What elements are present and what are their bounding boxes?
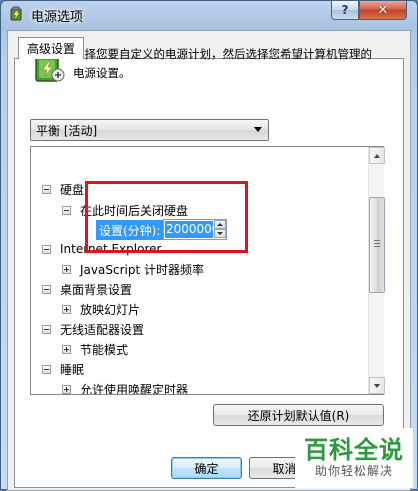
tree-item-label: 节能模式 xyxy=(80,342,129,357)
collapse-icon[interactable] xyxy=(42,364,51,374)
tree-item-label: Internet Explorer xyxy=(60,242,162,256)
power-options-window: 电源选项 ? ✕ 高级设置 选择您要自定义的电源计划，然后选择您希望计算机管理的… xyxy=(0,0,418,491)
expand-icon[interactable] xyxy=(62,384,71,394)
tree-item-label: JavaScript 计时器频率 xyxy=(80,262,204,277)
tree-item-wake-timers[interactable]: 允许使用唤醒定时器 xyxy=(62,379,189,395)
tree-item-label: 允许使用唤醒定时器 xyxy=(80,382,189,395)
expand-icon[interactable] xyxy=(62,344,71,354)
title-bar[interactable]: 电源选项 ? ✕ xyxy=(1,1,417,29)
description-text: 选择您要自定义的电源计划，然后选择您希望计算机管理的电源设置。 xyxy=(73,47,372,80)
ok-button[interactable]: 确定 xyxy=(171,457,242,479)
help-button[interactable]: ? xyxy=(331,1,359,20)
settings-tree[interactable]: 硬盘 在此时间后关闭硬盘 Internet Explorer JavaScrip… xyxy=(30,146,384,395)
restore-defaults-button[interactable]: 还原计划默认值(R) xyxy=(213,404,384,426)
watermark-subtitle: 助你轻松解决 xyxy=(314,464,393,478)
tree-item-wireless-adapter[interactable]: 无线适配器设置 xyxy=(42,319,144,339)
power-plan-dropdown[interactable]: 平衡 [活动] xyxy=(30,119,269,141)
collapse-icon[interactable] xyxy=(42,244,51,254)
tree-item-javascript-timer[interactable]: JavaScript 计时器频率 xyxy=(62,259,204,279)
minutes-stepper[interactable]: 20000000 xyxy=(163,219,227,240)
tree-item-hard-disk[interactable]: 硬盘 xyxy=(42,179,84,199)
tree-item-slideshow[interactable]: 放映幻灯片 xyxy=(62,299,140,319)
tab-advanced-settings[interactable]: 高级设置 xyxy=(18,37,84,59)
expand-icon[interactable] xyxy=(62,264,71,274)
collapse-icon[interactable] xyxy=(62,205,71,215)
tree-item-label: 睡眠 xyxy=(60,362,85,377)
power-plan-selected: 平衡 [活动] xyxy=(36,123,98,138)
tree-item-label: 无线适配器设置 xyxy=(60,322,145,337)
grip-icon xyxy=(374,240,380,249)
window-title: 电源选项 xyxy=(31,10,84,25)
tree-item-desktop-background[interactable]: 桌面背景设置 xyxy=(42,279,132,299)
chevron-down-icon xyxy=(254,127,262,132)
tree-item-label: 在此时间后关闭硬盘 xyxy=(80,203,189,218)
tree-item-internet-explorer[interactable]: Internet Explorer xyxy=(42,239,161,259)
power-options-icon xyxy=(10,6,22,21)
tab-label: 高级设置 xyxy=(26,42,75,56)
tree-item-label: 桌面背景设置 xyxy=(60,282,133,297)
stepper-up-icon[interactable] xyxy=(214,220,226,229)
tree-item-turn-off-hard-disk[interactable]: 在此时间后关闭硬盘 xyxy=(62,200,188,220)
expand-icon[interactable] xyxy=(62,304,71,314)
tree-item-power-saving-mode[interactable]: 节能模式 xyxy=(62,339,128,359)
collapse-icon[interactable] xyxy=(42,184,51,194)
setting-minutes-label: 设置(分钟): xyxy=(96,220,164,240)
tree-item-label: 放映幻灯片 xyxy=(80,302,141,317)
scroll-up-icon[interactable] xyxy=(369,147,385,164)
scroll-down-icon[interactable] xyxy=(369,377,385,394)
collapse-icon[interactable] xyxy=(42,284,51,294)
collapse-icon[interactable] xyxy=(42,324,51,334)
watermark-title: 百科全说 xyxy=(304,436,404,464)
tree-scrollbar[interactable] xyxy=(368,147,385,394)
tree-item-sleep[interactable]: 睡眠 xyxy=(42,359,84,379)
watermark-logo: 百科全说 助你轻松解决 xyxy=(295,428,413,488)
stepper-down-icon[interactable] xyxy=(214,229,226,238)
tree-item-label: 硬盘 xyxy=(60,182,85,197)
close-button[interactable]: ✕ xyxy=(359,1,407,20)
minutes-input[interactable]: 20000000 xyxy=(165,221,213,238)
scrollbar-thumb[interactable] xyxy=(369,197,385,293)
